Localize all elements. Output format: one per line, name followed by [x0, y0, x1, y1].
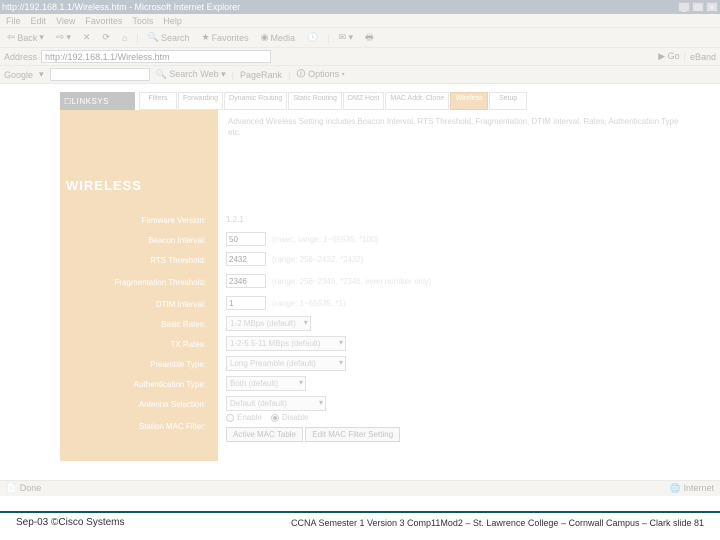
google-label: Google — [4, 70, 33, 80]
dtim-input[interactable] — [226, 296, 266, 310]
side-link[interactable]: eBand — [690, 52, 716, 62]
dtim-label: DTIM Interval: — [66, 295, 212, 315]
minimize-button[interactable]: _ — [678, 2, 690, 12]
antenna-label: Antenna Selection: — [66, 395, 212, 415]
basic-rates-select[interactable]: 1-2 MBps (default) — [226, 316, 311, 331]
favorites-button[interactable]: ★ Favorites — [198, 31, 251, 44]
tx-rates-select[interactable]: 1-2-5.5-11 MBps (default) — [226, 336, 346, 351]
dtim-hint: (range: 1~65535, *1) — [272, 299, 346, 308]
firmware-value: 1.2.1 — [226, 215, 244, 224]
history-button[interactable]: 🕓 — [304, 31, 321, 44]
address-input[interactable] — [41, 50, 271, 63]
tab-mac-clone[interactable]: MAC Addr. Clone — [385, 92, 449, 110]
refresh-button[interactable]: ⟳ — [99, 31, 113, 44]
mac-filter-label: Station MAC Filter: — [66, 415, 212, 439]
toolbar: ⇦ Back ▾ ⇨ ▾ ✕ ⟳ ⌂ | 🔍 Search ★ Favorite… — [0, 28, 720, 48]
brand-logo: ☐ LINKSYS — [60, 92, 135, 110]
google-toolbar: Google ▾ 🔍 Search Web ▾ | PageRank | 🛈 O… — [0, 66, 720, 84]
footer-left: Sep-03 ©Cisco Systems — [16, 517, 125, 528]
status-right: 🌐 Internet — [670, 483, 714, 494]
field-labels-column: WIRELESS Firmware Version: Beacon Interv… — [60, 162, 218, 461]
window-title: http://192.168.1.1/Wireless.htm - Micros… — [2, 2, 240, 12]
google-search-button[interactable]: 🔍 Search Web ▾ — [156, 69, 226, 80]
menubar: File Edit View Favorites Tools Help — [0, 14, 720, 28]
menu-file[interactable]: File — [6, 16, 21, 26]
print-button[interactable]: 🖶 — [362, 29, 377, 47]
mac-enable-radio[interactable]: Enable — [226, 413, 262, 422]
tab-setup[interactable]: Setup — [489, 92, 527, 110]
beacon-label: Beacon Interval: — [66, 231, 212, 251]
go-button[interactable]: ▶ Go — [658, 51, 679, 62]
menu-help[interactable]: Help — [163, 16, 182, 26]
router-tabs: Filters Forwarding Dynamic Routing Stati… — [139, 92, 527, 110]
auth-label: Authentication Type: — [66, 375, 212, 395]
router-panel: ☐ LINKSYS Filters Forwarding Dynamic Rou… — [60, 92, 690, 461]
tx-rates-label: TX Rates: — [66, 335, 212, 355]
field-values-column: 1.2.1 (msec, range: 1~65535, *100) (rang… — [218, 162, 690, 461]
tab-static-routing[interactable]: Static Routing — [288, 92, 342, 110]
window-titlebar: http://192.168.1.1/Wireless.htm - Micros… — [0, 0, 720, 14]
home-button[interactable]: ⌂ — [119, 32, 130, 44]
google-search-input[interactable] — [50, 68, 150, 81]
edit-mac-filter-button[interactable]: Edit MAC Filter Setting — [305, 427, 400, 442]
frag-input[interactable] — [226, 274, 266, 288]
stop-button[interactable]: ✕ — [80, 31, 94, 44]
rts-hint: (range: 256~2432, *2432) — [272, 255, 363, 264]
status-left: 📄 Done — [6, 483, 41, 494]
rts-label: RTS Threshold: — [66, 251, 212, 271]
google-options-button[interactable]: 🛈 Options ▾ — [296, 67, 345, 83]
footer-right: CCNA Semester 1 Version 3 Comp11Mod2 – S… — [291, 518, 704, 528]
status-bar: 📄 Done 🌐 Internet — [0, 480, 720, 496]
beacon-hint: (msec, range: 1~65535, *100) — [272, 235, 378, 244]
firmware-label: Firmware Version: — [66, 211, 212, 231]
tab-dynamic-routing[interactable]: Dynamic Routing — [224, 92, 287, 110]
maximize-button[interactable]: □ — [692, 2, 704, 12]
frag-label: Fragmentation Threshold: — [66, 271, 212, 295]
antenna-select[interactable]: Default (default) — [226, 396, 326, 411]
address-bar: Address ▶ Go | eBand — [0, 48, 720, 66]
tab-dmz-host[interactable]: DMZ Host — [343, 92, 385, 110]
page-content: ☐ LINKSYS Filters Forwarding Dynamic Rou… — [0, 84, 720, 496]
search-button[interactable]: 🔍 Search — [145, 31, 193, 44]
menu-edit[interactable]: Edit — [31, 16, 47, 26]
preamble-label: Preamble Type: — [66, 355, 212, 375]
media-button[interactable]: ◉ Media — [258, 31, 298, 44]
basic-rates-label: Basic Rates: — [66, 315, 212, 335]
tab-wireless[interactable]: Wireless — [450, 92, 488, 110]
frag-hint: (range: 256~2346, *2346, even number onl… — [272, 277, 431, 286]
preamble-select[interactable]: Long Preamble (default) — [226, 356, 346, 371]
mail-button[interactable]: ✉ ▾ — [336, 31, 357, 44]
mac-disable-radio[interactable]: Disable — [271, 413, 309, 422]
slide-footer: Sep-03 ©Cisco Systems CCNA Semester 1 Ve… — [0, 511, 720, 528]
back-button[interactable]: ⇦ Back ▾ — [4, 31, 47, 44]
tab-description: Advanced Wireless Setting includes Beaco… — [222, 110, 690, 162]
close-button[interactable]: × — [706, 2, 718, 12]
menu-tools[interactable]: Tools — [132, 16, 153, 26]
menu-view[interactable]: View — [56, 16, 75, 26]
active-mac-table-button[interactable]: Active MAC Table — [226, 427, 303, 442]
menu-favorites[interactable]: Favorites — [85, 16, 122, 26]
address-label: Address — [4, 52, 37, 62]
rts-input[interactable] — [226, 252, 266, 266]
pagerank-indicator: PageRank — [240, 70, 282, 80]
forward-button[interactable]: ⇨ ▾ — [53, 31, 74, 44]
page-heading: WIRELESS — [66, 178, 212, 193]
auth-select[interactable]: Both (default) — [226, 376, 306, 391]
tab-filters[interactable]: Filters — [139, 92, 177, 110]
beacon-input[interactable] — [226, 232, 266, 246]
tab-forwarding[interactable]: Forwarding — [178, 92, 223, 110]
